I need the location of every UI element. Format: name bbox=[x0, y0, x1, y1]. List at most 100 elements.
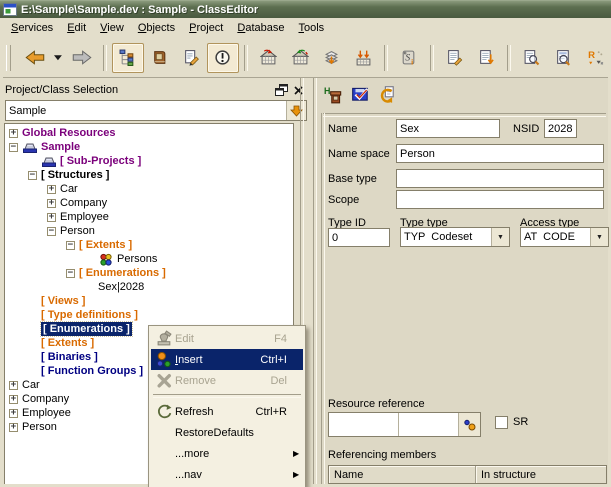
undo-icon bbox=[377, 85, 396, 103]
tree-item-global-resources[interactable]: +Global Resources bbox=[5, 126, 293, 140]
toolbar-gripper[interactable] bbox=[6, 45, 11, 71]
no-icon bbox=[153, 445, 175, 462]
column-header-in-structure[interactable]: In structure bbox=[476, 466, 606, 484]
tree-expander-plus-icon[interactable]: + bbox=[47, 199, 56, 208]
dropdown-arrow-icon[interactable]: ▼ bbox=[491, 228, 509, 246]
class-editor-button[interactable] bbox=[207, 43, 239, 73]
menu-project[interactable]: Project bbox=[182, 20, 230, 36]
project-combo-input[interactable] bbox=[6, 101, 286, 120]
document-edit-button[interactable] bbox=[439, 43, 471, 73]
menu-item-label: Edit bbox=[175, 333, 274, 345]
tree-expander-plus-icon[interactable]: + bbox=[9, 395, 18, 404]
access-type-value: AT CODE bbox=[521, 231, 590, 243]
context-menu-item-edit[interactable]: EditF4 bbox=[151, 328, 303, 349]
doc-down-icon bbox=[478, 49, 495, 66]
menu-objects[interactable]: Objects bbox=[131, 20, 182, 36]
resource-reference-input-2[interactable] bbox=[399, 413, 458, 436]
type-type-select[interactable]: TYP Codeset ▼ bbox=[400, 227, 510, 247]
tree-expander-plus-icon[interactable]: + bbox=[9, 409, 18, 418]
context-menu-item-refresh[interactable]: RefreshCtrl+R bbox=[151, 401, 303, 422]
tree-expander-plus-icon[interactable]: + bbox=[47, 213, 56, 222]
toolbar-separator bbox=[507, 45, 511, 71]
tree-item-enumerations[interactable]: −[ Enumerations ] bbox=[5, 266, 293, 280]
scope-input[interactable] bbox=[396, 190, 604, 209]
tree-expander-minus-icon[interactable]: − bbox=[66, 241, 75, 250]
menu-database[interactable]: Database bbox=[230, 20, 291, 36]
tree-item-person[interactable]: −Person bbox=[5, 224, 293, 238]
import-structure-button[interactable] bbox=[253, 43, 285, 73]
table-load-button[interactable] bbox=[348, 43, 380, 73]
tree-expander-plus-icon[interactable]: + bbox=[9, 423, 18, 432]
undo-button[interactable] bbox=[373, 82, 399, 106]
hammer-h-button[interactable]: H bbox=[321, 82, 347, 106]
tree-item-employee[interactable]: +Employee bbox=[5, 210, 293, 224]
edit-document-button[interactable] bbox=[175, 43, 207, 73]
groupbox-border bbox=[321, 113, 325, 484]
resource-picker-button[interactable] bbox=[458, 413, 480, 436]
class-tree-button[interactable] bbox=[112, 43, 144, 73]
tree-item-label: Employee bbox=[22, 406, 71, 420]
document-search-button[interactable] bbox=[516, 43, 548, 73]
context-menu-item-more[interactable]: ...more▶ bbox=[151, 443, 303, 464]
forward-button[interactable] bbox=[66, 43, 98, 73]
resource-reference-input-1[interactable] bbox=[329, 413, 399, 436]
tree-item-car[interactable]: +Car bbox=[5, 182, 293, 196]
tree-item-sub-projects[interactable]: [ Sub-Projects ] bbox=[5, 154, 293, 168]
menu-item-shortcut: Ctrl+R bbox=[256, 406, 287, 418]
tree-item-sample[interactable]: −Sample bbox=[5, 140, 293, 154]
remove-x-icon bbox=[153, 372, 175, 389]
tree-item-type-definitions[interactable]: [ Type definitions ] bbox=[5, 308, 293, 322]
tree-item-label: [ Enumerations ] bbox=[41, 322, 132, 336]
export-structure-button[interactable] bbox=[284, 43, 316, 73]
namespace-input[interactable] bbox=[396, 144, 604, 163]
menu-bar: ServicesEditViewObjectsProjectDatabaseTo… bbox=[0, 18, 611, 38]
groupbox-border bbox=[323, 113, 606, 117]
tree-item-label: [ Structures ] bbox=[41, 168, 109, 182]
menu-edit[interactable]: Edit bbox=[60, 20, 93, 36]
back-button[interactable] bbox=[19, 43, 51, 73]
app-icon bbox=[3, 3, 17, 16]
history-dropdown-button[interactable] bbox=[51, 43, 67, 73]
tree-item-views[interactable]: [ Views ] bbox=[5, 294, 293, 308]
tree-expander-plus-icon[interactable]: + bbox=[9, 381, 18, 390]
stack-export-button[interactable] bbox=[316, 43, 348, 73]
access-type-select[interactable]: AT CODE ▼ bbox=[520, 227, 609, 247]
tree-item-label: [ Views ] bbox=[41, 294, 85, 308]
tree-item-sex-2028[interactable]: Sex|2028 bbox=[5, 280, 293, 294]
float-panel-button[interactable] bbox=[274, 83, 289, 97]
tree-item-extents[interactable]: −[ Extents ] bbox=[5, 238, 293, 252]
context-menu-item-restoredefaults[interactable]: RestoreDefaults bbox=[151, 422, 303, 443]
menu-view[interactable]: View bbox=[93, 20, 131, 36]
menu-services[interactable]: Services bbox=[4, 20, 60, 36]
apply-save-button[interactable] bbox=[347, 82, 373, 106]
tree-item-company[interactable]: +Company bbox=[5, 196, 293, 210]
name-input[interactable] bbox=[396, 119, 500, 138]
context-menu-item-insert[interactable]: InsertCtrl+I bbox=[151, 349, 303, 370]
context-menu-item-remove[interactable]: RemoveDel bbox=[151, 370, 303, 391]
menu-item-label: Remove bbox=[175, 375, 270, 387]
nsid-input[interactable] bbox=[544, 119, 577, 138]
book-button[interactable] bbox=[144, 43, 176, 73]
doc-search-icon bbox=[523, 49, 540, 66]
tree-expander-plus-icon[interactable]: + bbox=[47, 185, 56, 194]
base-type-input[interactable] bbox=[396, 169, 604, 188]
tree-expander-plus-icon[interactable]: + bbox=[9, 129, 18, 138]
tree-expander-minus-icon[interactable]: − bbox=[9, 143, 18, 152]
script-info-button[interactable]: Si bbox=[393, 43, 425, 73]
context-menu-item-nav[interactable]: ...nav▶ bbox=[151, 464, 303, 485]
type-id-input[interactable] bbox=[328, 228, 390, 247]
r-navigation-button[interactable]: R bbox=[579, 43, 611, 73]
document-preview-button[interactable] bbox=[548, 43, 580, 73]
sr-checkbox[interactable] bbox=[495, 416, 508, 429]
dropdown-arrow-icon[interactable]: ▼ bbox=[590, 228, 608, 246]
menu-tools[interactable]: Tools bbox=[291, 20, 331, 36]
document-export-button[interactable] bbox=[470, 43, 502, 73]
tree-item-structures[interactable]: −[ Structures ] bbox=[5, 168, 293, 182]
tree-expander-minus-icon[interactable]: − bbox=[28, 171, 37, 180]
tree-expander-minus-icon[interactable]: − bbox=[47, 227, 56, 236]
tree-item-persons[interactable]: Persons bbox=[5, 252, 293, 266]
menu-item-shortcut: Ctrl+I bbox=[260, 354, 287, 366]
tree-expander-minus-icon[interactable]: − bbox=[66, 269, 75, 278]
column-header-name[interactable]: Name bbox=[329, 466, 476, 484]
no-icon bbox=[153, 466, 175, 483]
